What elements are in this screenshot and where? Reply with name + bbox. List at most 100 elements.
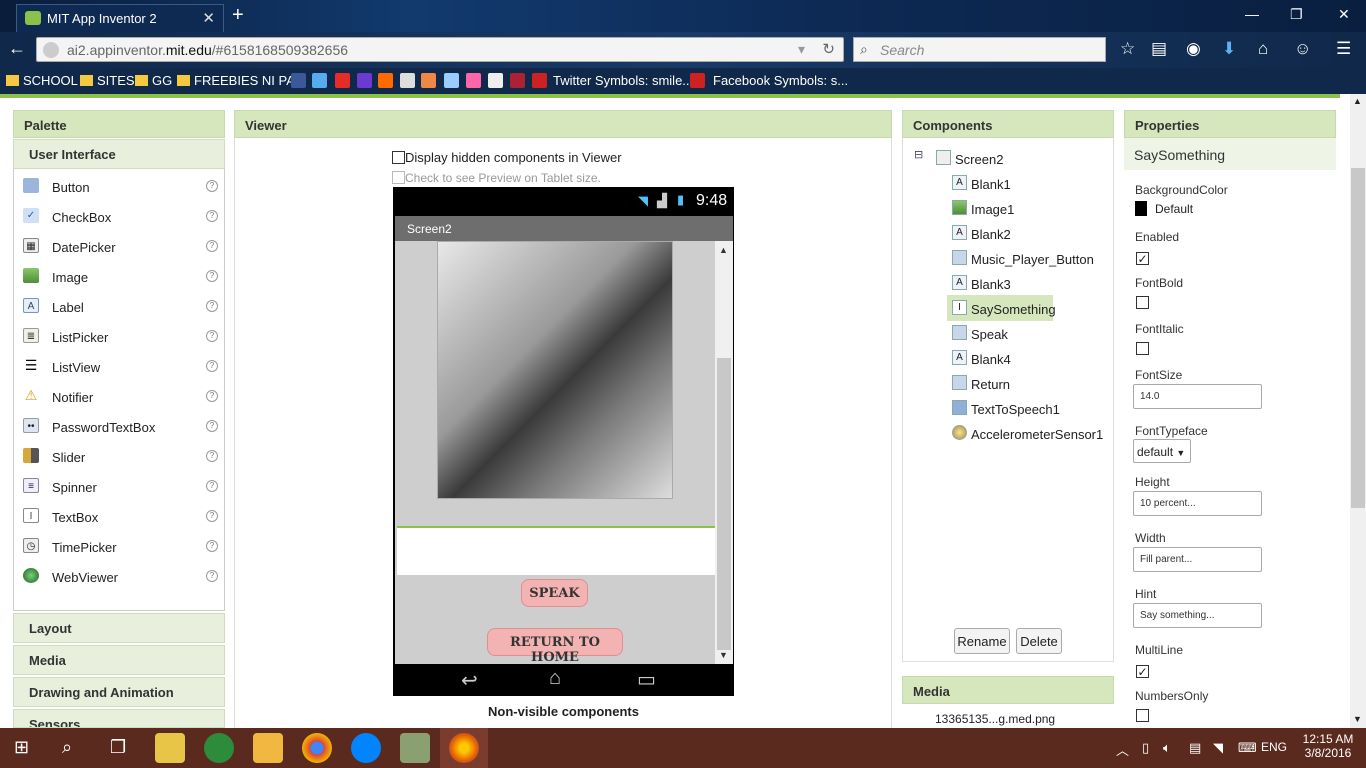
youtube-icon[interactable] <box>335 73 350 88</box>
prop-backgroundcolor-value[interactable]: Default <box>1155 202 1193 216</box>
palette-section-layout[interactable]: Layout <box>13 613 225 643</box>
bookmark-site-icon[interactable] <box>488 73 503 88</box>
download-icon[interactable]: ⬇ <box>1222 39 1236 59</box>
help-icon[interactable]: ? <box>206 570 218 582</box>
smiley-icon[interactable]: ☺ <box>1294 39 1311 59</box>
phone-scrollbar-thumb[interactable] <box>717 358 731 650</box>
reload-icon[interactable]: ↻ <box>822 40 835 58</box>
delete-button[interactable]: Delete <box>1016 628 1062 654</box>
width-input[interactable]: Fill parent... <box>1133 547 1262 572</box>
help-icon[interactable]: ? <box>206 450 218 462</box>
display-hidden-option[interactable]: Display hidden components in Viewer <box>392 150 622 165</box>
help-icon[interactable]: ? <box>206 540 218 552</box>
recent-apps-icon[interactable]: ▭ <box>637 667 656 692</box>
bookmark-folder-sites[interactable]: SITES <box>80 73 135 88</box>
back-arrow-icon[interactable]: ← <box>8 38 34 62</box>
browser-tab[interactable]: MIT App Inventor 2 ✕ <box>16 4 224 32</box>
wifi-icon[interactable]: ◥ <box>1213 740 1223 756</box>
return-home-button[interactable]: RETURN TO HOME <box>487 628 623 665</box>
close-window-icon[interactable]: ✕ <box>1338 6 1350 23</box>
palette-item-webviewer[interactable]: WebViewer? <box>14 561 224 591</box>
scroll-down-icon[interactable]: ▼ <box>1353 714 1362 724</box>
chevron-down-icon[interactable]: ▾ <box>798 41 805 58</box>
enabled-checkbox[interactable] <box>1136 252 1149 265</box>
volume-icon[interactable]: 🔈︎ <box>1163 740 1171 756</box>
palette-section-media[interactable]: Media <box>13 645 225 675</box>
help-icon[interactable]: ? <box>206 330 218 342</box>
scroll-up-icon[interactable]: ▲ <box>1353 96 1362 106</box>
bookmark-site-icon[interactable] <box>421 73 436 88</box>
restore-icon[interactable]: ❐ <box>1290 6 1303 23</box>
messenger-icon[interactable] <box>351 733 381 763</box>
help-icon[interactable]: ? <box>206 510 218 522</box>
hint-input[interactable]: Say something... <box>1133 603 1262 628</box>
help-icon[interactable]: ? <box>206 480 218 492</box>
menu-icon[interactable]: ☰ <box>1336 39 1351 59</box>
close-tab-icon[interactable]: ✕ <box>202 9 215 27</box>
bookmark-site-icon[interactable] <box>444 73 459 88</box>
utorrent-icon[interactable] <box>204 733 234 763</box>
palette-item-datepicker[interactable]: ▦ DatePicker? <box>14 231 224 261</box>
palette-item-image[interactable]: Image? <box>14 261 224 291</box>
palette-item-notifier[interactable]: ⚠ Notifier? <box>14 381 224 411</box>
palette-item-slider[interactable]: Slider? <box>14 441 224 471</box>
color-swatch[interactable] <box>1135 201 1147 216</box>
help-icon[interactable]: ? <box>206 180 218 192</box>
chrome-icon[interactable] <box>302 733 332 763</box>
palette-section-user-interface[interactable]: User Interface <box>13 139 225 169</box>
twitch-icon[interactable] <box>357 73 372 88</box>
palette-item-checkbox[interactable]: ✓ CheckBox? <box>14 201 224 231</box>
game-app-icon[interactable] <box>400 733 430 763</box>
search-input[interactable]: ⌕ Search <box>853 37 1106 62</box>
firefox-icon[interactable] <box>449 733 479 763</box>
fonttypeface-select[interactable]: default ▼ <box>1133 439 1191 463</box>
palette-item-textbox[interactable]: I TextBox? <box>14 501 224 531</box>
help-icon[interactable]: ? <box>206 300 218 312</box>
bookmark-folder-school[interactable]: SCHOOL <box>6 73 78 88</box>
pocket-icon[interactable]: ◉ <box>1186 39 1201 59</box>
help-icon[interactable]: ? <box>206 270 218 282</box>
tablet-preview-option[interactable]: Check to see Preview on Tablet size. <box>392 171 601 185</box>
taskbar-clock[interactable]: 12:15 AM 3/8/2016 <box>1296 732 1360 760</box>
collapse-icon[interactable]: ⊟ <box>914 148 923 161</box>
palette-item-label[interactable]: A Label? <box>14 291 224 321</box>
media-file[interactable]: 13365135...g.med.png <box>935 712 1055 726</box>
palette-item-listview[interactable]: ☰ ListView? <box>14 351 224 381</box>
help-icon[interactable]: ? <box>206 420 218 432</box>
help-icon[interactable]: ? <box>206 360 218 372</box>
chevron-up-icon[interactable]: ︿ <box>1116 740 1129 759</box>
windows-start-icon[interactable]: ⊞ <box>14 737 29 758</box>
fontbold-checkbox[interactable] <box>1136 296 1149 309</box>
new-tab-button[interactable]: + <box>232 4 244 27</box>
facebook-icon[interactable] <box>291 73 306 88</box>
fontsize-input[interactable]: 14.0 <box>1133 384 1262 409</box>
palette-item-timepicker[interactable]: ◷ TimePicker? <box>14 531 224 561</box>
task-view-icon[interactable]: ❐ <box>110 737 126 758</box>
tablet-preview-checkbox[interactable] <box>392 171 405 184</box>
numbersonly-checkbox[interactable] <box>1136 709 1149 722</box>
scroll-down-icon[interactable]: ▼ <box>719 650 728 660</box>
palette-section-sensors[interactable]: Sensors <box>13 709 225 728</box>
star-icon[interactable]: ☆ <box>1120 39 1135 59</box>
home-icon[interactable]: ⌂ <box>1258 39 1268 59</box>
home-icon[interactable]: ⌂ <box>549 667 561 690</box>
battery-icon[interactable]: ▯ <box>1142 740 1149 756</box>
language-indicator[interactable]: ENG <box>1261 740 1287 754</box>
palette-item-spinner[interactable]: ≡ Spinner? <box>14 471 224 501</box>
bookmark-folder-gg[interactable]: GG <box>135 73 172 88</box>
rename-button[interactable]: Rename <box>954 628 1010 654</box>
keyboard-icon[interactable]: ⌨ <box>1238 740 1257 756</box>
search-icon[interactable]: ⌕ <box>62 737 72 758</box>
site-info-icon[interactable] <box>43 42 59 58</box>
help-icon[interactable]: ? <box>206 390 218 402</box>
bookmark-twitter-symbols[interactable]: Twitter Symbols: smile... <box>553 73 693 88</box>
multiline-checkbox[interactable] <box>1136 665 1149 678</box>
twitter-icon[interactable] <box>312 73 327 88</box>
bookmark-site-icon[interactable] <box>510 73 525 88</box>
back-icon[interactable]: ↩ <box>461 668 478 693</box>
scroll-up-icon[interactable]: ▲ <box>719 245 728 255</box>
bookmark-site-icon[interactable] <box>400 73 415 88</box>
palette-item-listpicker[interactable]: ≣ ListPicker? <box>14 321 224 351</box>
image1-preview[interactable] <box>437 241 673 499</box>
minimize-icon[interactable]: — <box>1245 6 1259 22</box>
